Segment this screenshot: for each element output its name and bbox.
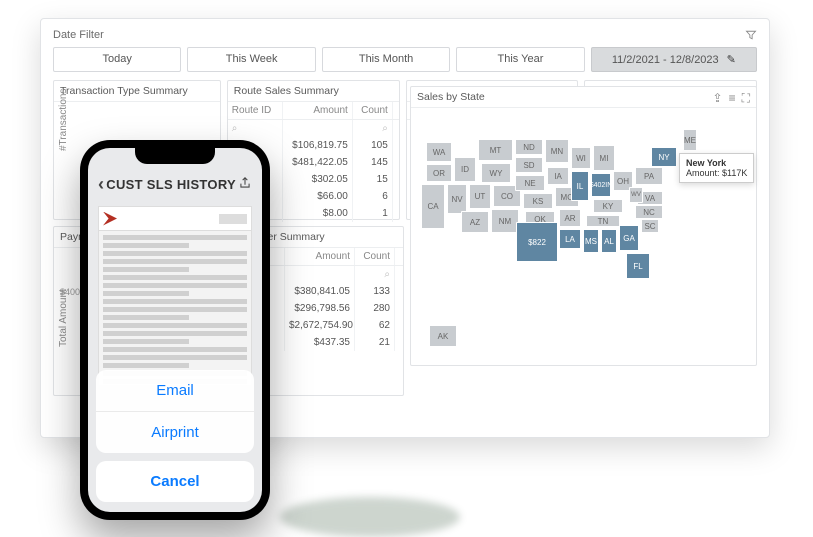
state-wv[interactable]: WV bbox=[629, 187, 643, 203]
company-logo-icon bbox=[103, 212, 117, 226]
table-header: Route ID Amount Count bbox=[228, 102, 399, 120]
state-nc[interactable]: NC bbox=[635, 205, 663, 219]
tab-this-week[interactable]: This Week bbox=[187, 47, 315, 72]
panel-title: Transaction Type Summary bbox=[54, 81, 220, 102]
state-sc[interactable]: SC bbox=[641, 219, 659, 233]
panel-sales-by-state: Sales by State ⇪ ≡ ⛶ WA OR CA NV ID UT A… bbox=[410, 86, 757, 366]
col-amount[interactable]: Amount bbox=[283, 102, 353, 119]
state-nv[interactable]: NV bbox=[447, 184, 467, 214]
doc-header bbox=[99, 207, 251, 231]
tab-today[interactable]: Today bbox=[53, 47, 181, 72]
state-ne[interactable]: NE bbox=[515, 175, 545, 191]
menu-icon[interactable]: ≡ bbox=[729, 91, 736, 106]
back-icon[interactable]: ‹ bbox=[98, 174, 104, 195]
table-search-row: ⌕ ⌕ bbox=[228, 120, 399, 137]
col-count[interactable]: Count bbox=[353, 102, 393, 119]
tab-date-range[interactable]: 11/2/2021 - 12/8/2023 ✎ bbox=[591, 47, 757, 72]
state-ms[interactable]: MS bbox=[583, 229, 599, 253]
decorative-shadow bbox=[280, 497, 460, 537]
state-al[interactable]: AL bbox=[601, 229, 617, 253]
tab-this-year[interactable]: This Year bbox=[456, 47, 584, 72]
action-email[interactable]: Email bbox=[96, 370, 254, 412]
date-range-text: 11/2/2021 - 12/8/2023 bbox=[612, 54, 719, 66]
action-cancel[interactable]: Cancel bbox=[96, 461, 254, 502]
fullscreen-icon[interactable]: ⛶ bbox=[742, 91, 750, 106]
search-icon[interactable]: ⌕ bbox=[355, 266, 395, 283]
date-filter-tabs: Today This Week This Month This Year 11/… bbox=[53, 47, 757, 72]
state-az[interactable]: AZ bbox=[461, 211, 489, 233]
state-wy[interactable]: WY bbox=[481, 163, 511, 183]
state-in[interactable]: $402IN bbox=[591, 173, 611, 197]
state-il[interactable]: IL bbox=[571, 171, 589, 201]
tab-this-month[interactable]: This Month bbox=[322, 47, 450, 72]
state-ak[interactable]: AK bbox=[429, 325, 457, 347]
col-amount[interactable]: Amount bbox=[285, 248, 355, 265]
state-ga[interactable]: GA bbox=[619, 225, 639, 251]
state-nm[interactable]: NM bbox=[491, 209, 519, 233]
action-sheet: Email Airprint Cancel bbox=[96, 370, 254, 502]
pencil-icon[interactable]: ✎ bbox=[727, 53, 736, 66]
phone-notch bbox=[135, 148, 215, 164]
date-filter-label: Date Filter bbox=[53, 29, 104, 41]
state-ca[interactable]: CA bbox=[421, 184, 445, 229]
phone-title: CUST SLS HISTORY bbox=[106, 177, 236, 192]
panel-title: Sales by State bbox=[411, 87, 756, 108]
state-wa[interactable]: WA bbox=[426, 142, 452, 162]
search-icon[interactable]: ⌕ bbox=[353, 120, 393, 137]
panel-title: Route Sales Summary bbox=[228, 81, 399, 102]
report-document[interactable] bbox=[98, 206, 252, 386]
state-wi[interactable]: WI bbox=[571, 147, 591, 169]
mobile-device: ‹ CUST SLS HISTORY bbox=[80, 140, 270, 520]
filter-icon[interactable] bbox=[745, 29, 757, 41]
state-la[interactable]: LA bbox=[559, 229, 581, 249]
state-nd[interactable]: ND bbox=[515, 139, 543, 155]
state-ks[interactable]: KS bbox=[523, 193, 553, 209]
doc-body bbox=[99, 231, 251, 386]
y-axis-label: Total Amount bbox=[58, 289, 69, 347]
action-airprint[interactable]: Airprint bbox=[96, 412, 254, 453]
state-or[interactable]: OR bbox=[426, 164, 452, 182]
phone-nav-bar: ‹ CUST SLS HISTORY bbox=[88, 168, 262, 200]
state-pa[interactable]: PA bbox=[635, 167, 663, 185]
share-icon[interactable] bbox=[238, 176, 252, 193]
state-sd[interactable]: SD bbox=[515, 157, 543, 173]
col-count[interactable]: Count bbox=[355, 248, 395, 265]
state-tn[interactable]: TN bbox=[586, 215, 620, 227]
state-tx[interactable]: $822 bbox=[516, 222, 558, 262]
state-id[interactable]: ID bbox=[454, 157, 476, 182]
us-map[interactable]: WA OR CA NV ID UT AZ MT WY CO NM ND SD N… bbox=[421, 117, 746, 355]
share-icon[interactable]: ⇪ bbox=[713, 91, 723, 106]
state-me[interactable]: ME bbox=[683, 129, 697, 151]
y-axis-label: #Transactions bbox=[58, 89, 69, 151]
state-mn[interactable]: MN bbox=[545, 139, 569, 163]
col-route-id[interactable]: Route ID bbox=[228, 102, 283, 119]
state-ar[interactable]: AR bbox=[559, 209, 581, 227]
state-ut[interactable]: UT bbox=[469, 184, 491, 209]
state-mt[interactable]: MT bbox=[478, 139, 513, 161]
state-ia[interactable]: IA bbox=[547, 167, 569, 185]
map-tooltip: New York Amount: $117K bbox=[679, 153, 754, 183]
state-mi[interactable]: MI bbox=[593, 145, 615, 171]
state-ky[interactable]: KY bbox=[593, 199, 623, 213]
state-ny[interactable]: NY bbox=[651, 147, 677, 167]
phone-screen: ‹ CUST SLS HISTORY bbox=[88, 148, 262, 512]
state-fl[interactable]: FL bbox=[626, 253, 650, 279]
action-group: Email Airprint bbox=[96, 370, 254, 453]
search-icon[interactable]: ⌕ bbox=[228, 120, 283, 137]
